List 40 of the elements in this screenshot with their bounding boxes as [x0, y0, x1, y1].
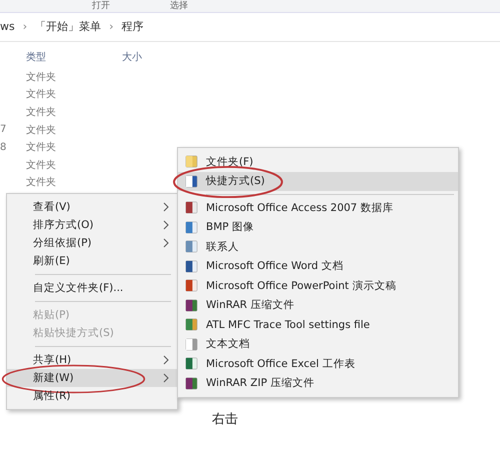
table-cell-text: 文件夹: [26, 106, 56, 119]
table-cell-text: 文件夹: [26, 176, 56, 190]
table-cell-text: 文件夹: [26, 158, 56, 172]
breadcrumb-item[interactable]: 「开始」菜单: [35, 18, 102, 34]
menu-item[interactable]: Microsoft Office PowerPoint 演示文稿: [178, 276, 458, 296]
menu-item[interactable]: 刷新(E): [7, 252, 177, 270]
menu-item[interactable]: 自定义文件夹(F)...: [7, 279, 177, 297]
ribbon-label[interactable]: 打开: [92, 0, 110, 12]
menu-item[interactable]: Microsoft Office Access 2007 数据库: [178, 198, 458, 218]
menu-item[interactable]: ATL MFC Trace Tool settings file: [178, 315, 458, 334]
table-cell: 7: [0, 124, 6, 136]
table-cell-text: 文件夹: [26, 70, 56, 84]
table-cell-text: 文件夹: [26, 124, 56, 137]
menu-item[interactable]: 文件夹(F): [178, 152, 458, 172]
table-cell-text: 文件夹: [26, 88, 56, 102]
menu-item[interactable]: Microsoft Office Excel 工作表: [178, 354, 458, 374]
menu-item[interactable]: BMP 图像: [178, 218, 458, 237]
ribbon-label[interactable]: 选择: [170, 0, 188, 12]
menu-item[interactable]: 快捷方式(S): [178, 172, 458, 191]
column-header[interactable]: 大小: [122, 50, 142, 68]
address-bar[interactable]: ws › 「开始」菜单 › 程序: [0, 17, 500, 42]
table-cell-text: 文件夹: [26, 140, 56, 154]
menu-item[interactable]: 新建(W): [7, 369, 177, 387]
breadcrumb-separator: ›: [109, 20, 114, 32]
caption-text: 右击: [212, 411, 238, 428]
breadcrumb-separator: ›: [22, 20, 28, 32]
menu-item[interactable]: 属性(R): [7, 387, 177, 405]
column-header[interactable]: 类型: [26, 50, 46, 68]
menu-item[interactable]: 文本文档: [178, 334, 458, 354]
menu-item[interactable]: 排序方式(O): [7, 216, 177, 234]
menu-item[interactable]: WinRAR 压缩文件: [178, 296, 458, 315]
menu-item[interactable]: WinRAR ZIP 压缩文件: [178, 374, 458, 393]
table-cell: 8: [0, 142, 6, 153]
menu-item[interactable]: 联系人: [178, 237, 458, 256]
menu-item[interactable]: 共享(H): [7, 351, 177, 369]
menu-item[interactable]: 分组依据(P): [7, 234, 177, 252]
menu-item[interactable]: Microsoft Office Word 文档: [178, 256, 458, 276]
breadcrumb-item[interactable]: ws: [0, 20, 15, 32]
menu-item[interactable]: 查看(V): [7, 198, 177, 216]
breadcrumb-item[interactable]: 程序: [122, 18, 144, 34]
